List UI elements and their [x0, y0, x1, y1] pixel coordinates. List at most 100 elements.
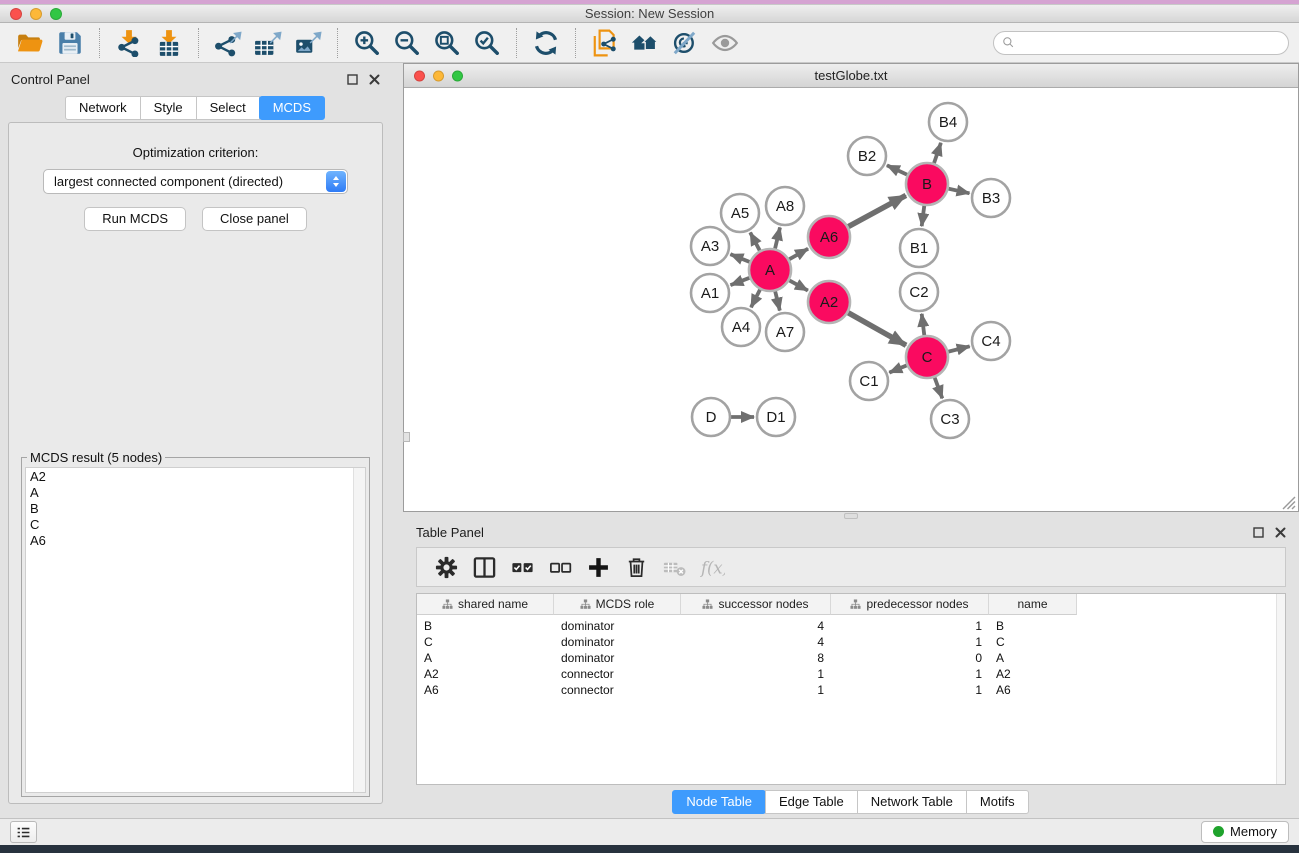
result-item[interactable]: A	[30, 485, 351, 501]
table-cell: 1	[681, 683, 831, 697]
network-overview-button[interactable]	[625, 25, 665, 61]
tab-network[interactable]: Network	[65, 96, 141, 120]
zoom-in-button[interactable]	[347, 25, 387, 61]
graph-node-A[interactable]: A	[749, 249, 791, 291]
new-network-from-selection-button[interactable]	[585, 25, 625, 61]
delete-column-button[interactable]	[617, 550, 655, 584]
zoom-selected-button[interactable]	[467, 25, 507, 61]
graph-node-C3[interactable]: C3	[931, 400, 969, 438]
export-image-button[interactable]	[288, 25, 328, 61]
memory-button[interactable]: Memory	[1201, 821, 1289, 843]
graph-node-A5[interactable]: A5	[721, 194, 759, 232]
column-header-predecessor-nodes[interactable]: predecessor nodes	[831, 594, 989, 615]
column-header-shared-name[interactable]: shared name	[417, 594, 554, 615]
graph-node-D1[interactable]: D1	[757, 398, 795, 436]
graph-node-A4[interactable]: A4	[722, 308, 760, 346]
network-close-button[interactable]	[414, 70, 425, 81]
save-session-icon	[56, 29, 84, 57]
table-row[interactable]: Cdominator41C	[417, 634, 1285, 650]
table-panel-header: Table Panel	[403, 520, 1299, 544]
import-table-from-file-button[interactable]	[149, 25, 189, 61]
toggle-column-button[interactable]	[465, 550, 503, 584]
graph-node-B4[interactable]: B4	[929, 103, 967, 141]
add-column-button[interactable]	[579, 550, 617, 584]
graph-node-B[interactable]: B	[906, 163, 948, 205]
graph-node-A1[interactable]: A1	[691, 274, 729, 312]
table-settings-button[interactable]	[427, 550, 465, 584]
graph-node-B2[interactable]: B2	[848, 137, 886, 175]
select-all-rows-button[interactable]	[503, 550, 541, 584]
tab-style[interactable]: Style	[140, 96, 197, 120]
apply-layout-button[interactable]	[526, 25, 566, 61]
column-header-MCDS-role[interactable]: MCDS role	[554, 594, 681, 615]
task-history-button[interactable]	[10, 821, 37, 843]
table-row[interactable]: A2connector11A2	[417, 666, 1285, 682]
graph-node-C2[interactable]: C2	[900, 273, 938, 311]
search-field[interactable]	[993, 31, 1289, 55]
network-canvas[interactable]: B4 B2 B B3 A8 A5 A6 A3 B1 A C2 A1 A2	[404, 88, 1298, 511]
tab-network-table[interactable]: Network Table	[857, 790, 967, 814]
search-input[interactable]	[1020, 36, 1281, 50]
table-row[interactable]: Adominator80A	[417, 650, 1285, 666]
graph-node-D[interactable]: D	[692, 398, 730, 436]
network-zoom-button[interactable]	[452, 70, 463, 81]
open-session-button[interactable]	[10, 25, 50, 61]
graph-edge-A2-C[interactable]	[843, 310, 906, 346]
tab-mcds[interactable]: MCDS	[259, 96, 325, 120]
save-session-button[interactable]	[50, 25, 90, 61]
result-item[interactable]: A6	[30, 533, 351, 549]
graph-node-C[interactable]: C	[906, 336, 948, 378]
close-table-panel-icon[interactable]	[1275, 527, 1286, 538]
close-window-button[interactable]	[10, 8, 22, 20]
delete-table-icon	[662, 555, 687, 580]
graph-edge-A6-B[interactable]	[843, 195, 906, 229]
toolbar-separator	[337, 28, 338, 58]
control-panel-header: Control Panel	[0, 67, 391, 91]
graph-node-B1[interactable]: B1	[900, 229, 938, 267]
unselect-all-rows-button[interactable]	[541, 550, 579, 584]
column-header-name[interactable]: name	[989, 594, 1077, 615]
tab-edge-table[interactable]: Edge Table	[765, 790, 858, 814]
result-scrollbar[interactable]	[353, 468, 365, 792]
close-panel-icon[interactable]	[369, 74, 380, 85]
table-cell: dominator	[554, 635, 681, 649]
float-panel-icon[interactable]	[347, 74, 358, 85]
zoom-fit-button[interactable]	[427, 25, 467, 61]
graph-node-A6[interactable]: A6	[808, 216, 850, 258]
cytoscape-main-window: Session: New Session Control Panel	[0, 4, 1299, 845]
result-item[interactable]: C	[30, 517, 351, 533]
float-table-panel-icon[interactable]	[1253, 527, 1264, 538]
minimize-window-button[interactable]	[30, 8, 42, 20]
horizontal-splitter[interactable]	[403, 512, 1299, 520]
tab-node-table[interactable]: Node Table	[672, 790, 766, 814]
graph-node-A2[interactable]: A2	[808, 281, 850, 323]
toggle-graphics-details-button[interactable]	[665, 25, 705, 61]
import-network-from-file-button[interactable]	[109, 25, 149, 61]
export-network-button[interactable]	[208, 25, 248, 61]
result-item[interactable]: A2	[30, 469, 351, 485]
run-mcds-button[interactable]: Run MCDS	[84, 207, 186, 231]
close-panel-button[interactable]: Close panel	[202, 207, 307, 231]
graph-node-C1[interactable]: C1	[850, 362, 888, 400]
window-resize-grip-icon[interactable]	[1283, 497, 1295, 509]
show-hide-eye-button[interactable]	[705, 25, 745, 61]
tab-motifs[interactable]: Motifs	[966, 790, 1029, 814]
table-scrollbar[interactable]	[1276, 594, 1285, 784]
network-minimize-button[interactable]	[433, 70, 444, 81]
export-table-button[interactable]	[248, 25, 288, 61]
graph-node-A8[interactable]: A8	[766, 187, 804, 225]
criterion-dropdown[interactable]: largest connected component (directed)	[43, 169, 348, 194]
graph-node-A7[interactable]: A7	[766, 313, 804, 351]
zoom-window-button[interactable]	[50, 8, 62, 20]
table-row[interactable]: A6connector11A6	[417, 682, 1285, 698]
canvas-edge-handle[interactable]	[403, 432, 410, 442]
graph-node-C4[interactable]: C4	[972, 322, 1010, 360]
mcds-result-list[interactable]: A2ABCA6	[25, 467, 366, 793]
graph-node-B3[interactable]: B3	[972, 179, 1010, 217]
column-header-successor-nodes[interactable]: successor nodes	[681, 594, 831, 615]
table-row[interactable]: Bdominator41B	[417, 618, 1285, 634]
result-item[interactable]: B	[30, 501, 351, 517]
tab-select[interactable]: Select	[196, 96, 260, 120]
zoom-out-button[interactable]	[387, 25, 427, 61]
graph-node-A3[interactable]: A3	[691, 227, 729, 265]
